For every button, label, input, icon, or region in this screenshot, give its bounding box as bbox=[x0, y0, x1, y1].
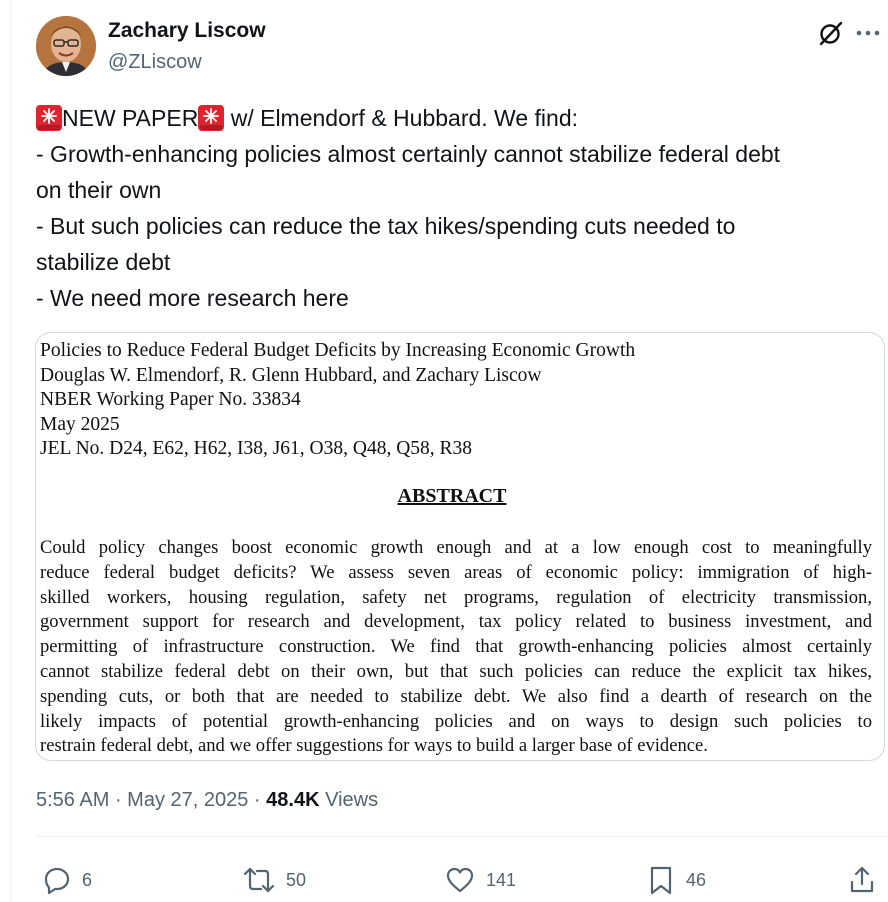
grok-icon[interactable] bbox=[818, 20, 844, 46]
abstract-line: permitting of infrastructure constructio… bbox=[40, 636, 872, 658]
author-name[interactable]: Zachary Liscow bbox=[108, 19, 266, 43]
avatar[interactable] bbox=[36, 16, 96, 76]
abstract-line: government support for research and deve… bbox=[40, 611, 872, 633]
more-icon[interactable] bbox=[854, 20, 882, 46]
tweet-line: NEW PAPER w/ Elmendorf & Hubbard. We fin… bbox=[36, 100, 876, 136]
paper-title: Policies to Reduce Federal Budget Defici… bbox=[40, 340, 636, 361]
share-icon bbox=[850, 866, 874, 893]
tweet-line: - We need more research here bbox=[36, 285, 349, 311]
tweet-date[interactable]: May 27, 2025 bbox=[127, 789, 248, 811]
like-icon bbox=[446, 867, 474, 893]
reply-count: 6 bbox=[82, 869, 93, 890]
abstract-line: reduce federal budget deficits? We asses… bbox=[40, 561, 872, 583]
abstract-heading: ABSTRACT bbox=[397, 485, 507, 507]
tweet-meta: 5:56 AM · May 27, 2025 · 48.4K Views bbox=[36, 789, 378, 812]
reply-button[interactable]: 6 bbox=[40, 862, 92, 898]
like-count: 141 bbox=[486, 869, 517, 890]
repost-icon bbox=[243, 867, 275, 893]
divider bbox=[36, 836, 888, 837]
abstract-line: cannot stabilize federal debt on their o… bbox=[40, 660, 872, 682]
bookmark-button[interactable]: 46 bbox=[646, 862, 706, 898]
author-handle[interactable]: @ZLiscow bbox=[108, 51, 202, 74]
avatar-photo bbox=[36, 16, 96, 76]
views-count[interactable]: 48.4K bbox=[266, 789, 319, 811]
paper-date: May 2025 bbox=[40, 413, 120, 435]
tweet-line: - But such policies can reduce the tax h… bbox=[36, 213, 736, 239]
views-label: Views bbox=[319, 789, 379, 811]
bookmark-icon bbox=[650, 866, 672, 895]
abstract-line: likely impacts of potential growth-enhan… bbox=[40, 710, 872, 732]
meta-separator: · bbox=[109, 789, 128, 811]
repost-button[interactable]: 50 bbox=[242, 862, 306, 898]
tweet-line: stabilize debt bbox=[36, 249, 171, 275]
like-button[interactable]: 141 bbox=[444, 862, 516, 898]
bookmark-count: 46 bbox=[686, 869, 707, 890]
timeline-border bbox=[10, 0, 11, 902]
tweet-line: on their own bbox=[36, 177, 162, 203]
tweet-text-coauthors: w/ Elmendorf & Hubbard. We find: bbox=[224, 105, 579, 131]
tweet-text-new-paper: NEW PAPER bbox=[62, 105, 199, 131]
abstract-body: Could policy changes boost economic grow… bbox=[40, 536, 872, 759]
paper-authors: Douglas W. Elmendorf, R. Glenn Hubbard, … bbox=[40, 364, 542, 386]
meta-separator: · bbox=[248, 789, 267, 811]
tweet-time[interactable]: 5:56 AM bbox=[36, 789, 109, 811]
tweet-line: - Growth-enhancing policies almost certa… bbox=[36, 141, 781, 167]
abstract-line: Could policy changes boost economic grow… bbox=[40, 537, 872, 558]
paper-metadata: Policies to Reduce Federal Budget Defici… bbox=[40, 339, 635, 462]
abstract-line: spending cuts, or both that are needed t… bbox=[40, 685, 872, 707]
share-button[interactable] bbox=[846, 862, 878, 898]
abstract-line: skilled workers, housing regulation, saf… bbox=[40, 586, 872, 608]
tweet-text: NEW PAPER w/ Elmendorf & Hubbard. We fin… bbox=[36, 100, 876, 316]
paper-series: NBER Working Paper No. 33834 bbox=[40, 389, 301, 410]
siren-icon bbox=[198, 105, 225, 131]
abstract-line: restrain federal debt, and we offer sugg… bbox=[40, 735, 708, 757]
paper-jel: JEL No. D24, E62, H62, I38, J61, O38, Q4… bbox=[40, 438, 473, 459]
reply-icon bbox=[44, 867, 70, 895]
attached-image[interactable]: Policies to Reduce Federal Budget Defici… bbox=[35, 332, 885, 761]
siren-icon bbox=[36, 105, 62, 131]
repost-count: 50 bbox=[286, 869, 307, 890]
